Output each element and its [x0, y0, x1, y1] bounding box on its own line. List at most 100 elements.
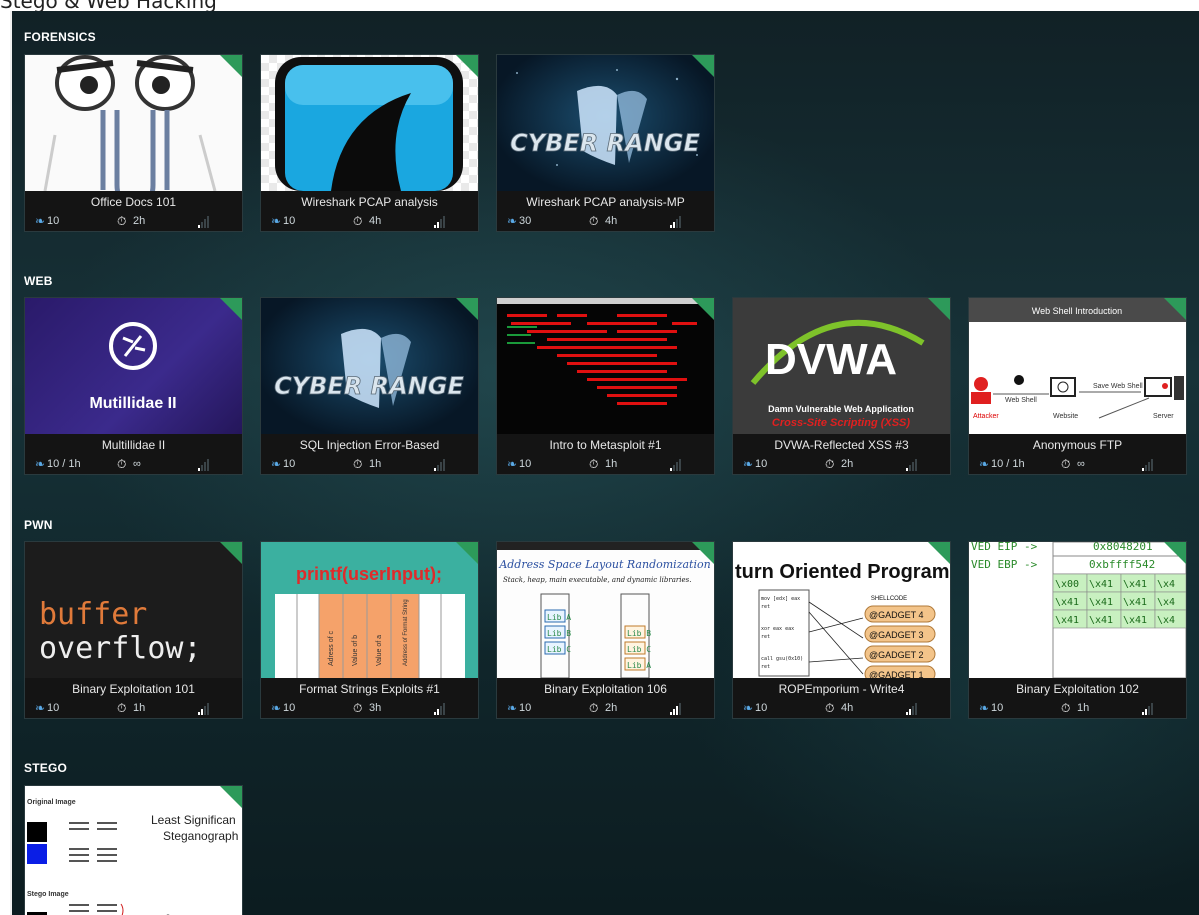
card-title: Binary Exploitation 101: [25, 678, 242, 700]
stack-frame-thumbnail: VED EIP -> VED EBP -> 0x8048201 0xbffff5…: [969, 542, 1186, 678]
points-icon: ❧: [743, 457, 754, 471]
thumbnail-title: Least Significan: [151, 813, 236, 827]
asm-line: mov [edx] eax: [761, 596, 800, 602]
card-title: Binary Exploitation 106: [497, 678, 714, 700]
stopwatch-icon: ⏱: [589, 214, 599, 228]
challenge-card-office-docs-101[interactable]: Office Docs 101 ❧ 10 ⏱ 2h: [24, 54, 243, 232]
completed-corner-badge: [692, 542, 714, 564]
section-title-forensics: FORENSICS: [24, 30, 96, 44]
challenge-card-sql-injection[interactable]: CYBER RANGE SQL Injection Error-Based ❧ …: [260, 297, 479, 475]
hex-byte: \x41: [1089, 597, 1113, 608]
card-points: 10: [283, 702, 296, 714]
asm-line: ret: [761, 664, 770, 670]
card-points: 10: [991, 702, 1004, 714]
card-meta: ❧ 30 ⏱ 4h: [497, 213, 714, 231]
card-title: DVWA-Reflected XSS #3: [733, 434, 950, 456]
completed-corner-badge: [220, 55, 242, 77]
thumbnail-label: CYBER RANGE: [274, 372, 464, 400]
hex-byte: \x41: [1055, 615, 1079, 626]
completed-corner-badge: [692, 298, 714, 320]
stopwatch-icon: ⏱: [825, 457, 835, 471]
difficulty-bars-icon: [198, 216, 212, 228]
card-duration: 4h: [605, 215, 618, 227]
label-save-web-shell: Save Web Shell: [1093, 383, 1143, 390]
stopwatch-icon: ⏱: [825, 701, 835, 715]
points-icon: ❧: [743, 701, 754, 715]
gadget-label: @GADGET 2: [869, 650, 923, 660]
completed-corner-badge: [1164, 542, 1186, 564]
difficulty-bars-icon: [670, 703, 684, 715]
card-duration: ∞: [1077, 458, 1085, 470]
card-points: 10: [519, 458, 532, 470]
difficulty-bars-icon: [198, 703, 212, 715]
stack-label: VED EIP ->: [971, 542, 1038, 553]
challenge-card-binary-exploitation-101[interactable]: buffer overflow; Binary Exploitation 101…: [24, 541, 243, 719]
stack-label: VED EBP ->: [971, 558, 1038, 571]
thumbnail-label: Mutillidae II: [89, 395, 176, 412]
label-attacker: Attacker: [973, 413, 999, 420]
card-points: 10: [283, 215, 296, 227]
card-meta: ❧ 10 ⏱ 2h: [25, 213, 242, 231]
card-points: 10: [47, 215, 60, 227]
hex-byte: \x41: [1055, 597, 1079, 608]
points-icon: ❧: [507, 457, 518, 471]
card-meta: ❧ 10 / 1h ⏱ ∞: [25, 456, 242, 474]
challenge-card-wireshark-pcap-mp[interactable]: CYBER RANGE Wireshark PCAP analysis-MP ❧…: [496, 54, 715, 232]
card-title: ROPEmporium - Write4: [733, 678, 950, 700]
card-meta: ❧ 10 ⏱ 1h: [25, 700, 242, 718]
difficulty-bars-icon: [198, 459, 212, 471]
thumbnail-subtitle: Stack, heap, main executable, and dynami…: [503, 576, 691, 584]
section-title-stego: STEGO: [24, 761, 68, 775]
asm-line: ret: [761, 634, 770, 640]
completed-corner-badge: [220, 542, 242, 564]
stopwatch-icon: ⏱: [353, 214, 363, 228]
hex-byte: \x41: [1089, 579, 1113, 590]
completed-corner-badge: [928, 542, 950, 564]
challenge-card-binary-exploitation-102[interactable]: VED EIP -> VED EBP -> 0x8048201 0xbffff5…: [968, 541, 1187, 719]
card-meta: ❧ 10 ⏱ 2h: [733, 456, 950, 474]
points-icon: ❧: [271, 457, 282, 471]
card-meta: ❧ 10 ⏱ 2h: [497, 700, 714, 718]
difficulty-bars-icon: [434, 216, 448, 228]
stopwatch-icon: ⏱: [1061, 701, 1071, 715]
challenge-card-wireshark-pcap[interactable]: Wireshark PCAP analysis ❧ 10 ⏱ 4h: [260, 54, 479, 232]
challenge-card-lsb-steganography[interactable]: Original Image Least Significan Steganog…: [24, 785, 243, 915]
hex-byte: \x41: [1123, 615, 1147, 626]
difficulty-bars-icon: [434, 703, 448, 715]
challenge-card-binary-exploitation-106[interactable]: Address Space Layout Randomization Stack…: [496, 541, 715, 719]
challenge-card-dvwa-xss[interactable]: DVWA Damn Vulnerable Web Application Cro…: [732, 297, 951, 475]
difficulty-bars-icon: [1142, 703, 1156, 715]
section-title-web: WEB: [24, 274, 53, 288]
asm-line: call gsu(0x10): [761, 656, 803, 662]
points-icon: ❧: [35, 457, 46, 471]
hex-byte: \x4: [1157, 597, 1175, 608]
challenge-card-anonymous-ftp[interactable]: Web Shell Introduction Attacker Web Shel…: [968, 297, 1187, 475]
challenge-card-format-strings[interactable]: printf(userInput); Adress of c Value of …: [260, 541, 479, 719]
difficulty-bars-icon: [434, 459, 448, 471]
label-address-of-c: Adress of c: [328, 630, 335, 666]
card-duration: 2h: [841, 458, 854, 470]
points-icon: ❧: [507, 701, 518, 715]
page-caption: Stego & Web Hacking: [0, 0, 217, 13]
card-title: Office Docs 101: [25, 191, 242, 213]
label-stego-image: Stego Image: [27, 891, 69, 898]
points-icon: ❧: [271, 214, 282, 228]
lib-label: Lib C: [627, 645, 651, 654]
label-value-of-a: Value of a: [376, 635, 383, 666]
hex-byte: \x41: [1123, 597, 1147, 608]
difficulty-bars-icon: [906, 459, 920, 471]
difficulty-bars-icon: [906, 703, 920, 715]
card-points: 10 / 1h: [991, 458, 1025, 470]
completed-corner-badge: [456, 542, 478, 564]
hex-byte: \x4: [1157, 579, 1175, 590]
challenge-board: FORENSICS Office Docs 101 ❧ 10 ⏱ 2h Wire…: [10, 11, 1199, 915]
challenge-card-metasploit[interactable]: Intro to Metasploit #1 ❧ 10 ⏱ 1h: [496, 297, 715, 475]
card-points: 10: [47, 702, 60, 714]
challenge-card-multillidae[interactable]: Mutillidae II Multillidae II ❧ 10 / 1h ⏱…: [24, 297, 243, 475]
challenge-card-ropemporium-write4[interactable]: turn Oriented Programm SHELLCODE mov [ed…: [732, 541, 951, 719]
clippy-thumbnail: [25, 55, 242, 191]
stopwatch-icon: ⏱: [117, 701, 127, 715]
aslr-thumbnail: Address Space Layout Randomization Stack…: [497, 542, 714, 678]
stack-value: 0xbffff542: [1089, 558, 1155, 571]
card-duration: 1h: [1077, 702, 1090, 714]
